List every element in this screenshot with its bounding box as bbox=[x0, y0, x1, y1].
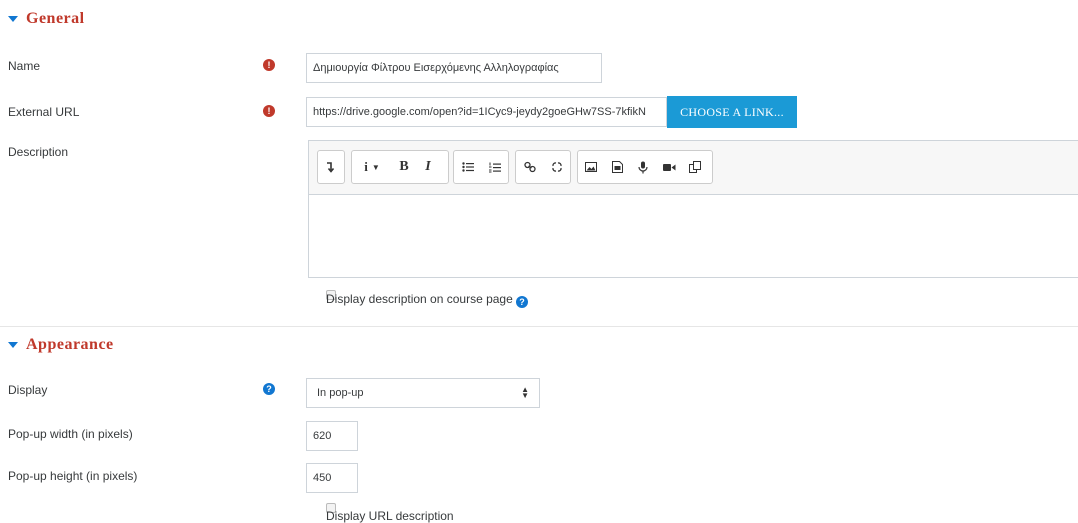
toolbar-group-format: i ▼ B I bbox=[351, 150, 449, 184]
editor-toolbar: i ▼ B I bbox=[309, 141, 1078, 195]
required-icon: ! bbox=[263, 105, 275, 117]
display-label: Display bbox=[8, 383, 48, 397]
popup-width-input[interactable]: 620 bbox=[306, 421, 358, 451]
toolbar-group-links bbox=[515, 150, 571, 184]
ordered-list-icon[interactable] bbox=[481, 151, 508, 183]
media-icon[interactable] bbox=[604, 151, 630, 183]
popup-height-input[interactable]: 450 bbox=[306, 463, 358, 493]
toolbar-group-media bbox=[577, 150, 713, 184]
name-input[interactable]: Δημιουργία Φίλτρου Εισερχόμενης Αλληλογρ… bbox=[306, 53, 602, 83]
help-icon[interactable]: ? bbox=[263, 383, 275, 395]
appearance-section-header[interactable]: Appearance bbox=[8, 336, 114, 354]
unlink-icon[interactable] bbox=[543, 151, 570, 183]
manage-files-icon[interactable] bbox=[682, 151, 708, 183]
toolbar-group-lists bbox=[453, 150, 509, 184]
select-arrows-icon: ▲ ▼ bbox=[521, 385, 529, 400]
choose-link-button[interactable]: CHOOSE A LINK... bbox=[667, 96, 797, 128]
link-icon[interactable] bbox=[516, 151, 543, 183]
collapse-icon[interactable] bbox=[318, 151, 342, 183]
display-url-description-label: Display URL description bbox=[326, 509, 454, 523]
unordered-list-icon[interactable] bbox=[454, 151, 481, 183]
description-label: Description bbox=[8, 145, 69, 159]
italic-icon[interactable]: I bbox=[416, 151, 440, 183]
microphone-icon[interactable] bbox=[630, 151, 656, 183]
external-url-input[interactable]: https://drive.google.com/open?id=1ICyc9-… bbox=[306, 97, 667, 127]
name-label: Name bbox=[8, 59, 41, 73]
external-url-label: External URL bbox=[8, 105, 80, 119]
toolbar-group-collapse bbox=[317, 150, 345, 184]
video-camera-icon[interactable] bbox=[656, 151, 682, 183]
display-select-value: In pop-up bbox=[317, 387, 364, 399]
popup-height-label: Pop-up height (in pixels) bbox=[8, 469, 138, 483]
caret-down-icon bbox=[8, 342, 18, 348]
caret-down-icon bbox=[8, 16, 18, 22]
required-icon: ! bbox=[263, 59, 275, 71]
appearance-section-title: Appearance bbox=[26, 336, 114, 353]
bold-icon[interactable]: B bbox=[392, 151, 416, 183]
info-dropdown-icon[interactable]: i ▼ bbox=[352, 151, 392, 183]
display-description-label: Display description on course page bbox=[326, 292, 513, 306]
image-icon[interactable] bbox=[578, 151, 604, 183]
description-editor[interactable]: i ▼ B I bbox=[308, 140, 1078, 278]
help-icon[interactable]: ? bbox=[516, 296, 528, 308]
popup-width-label: Pop-up width (in pixels) bbox=[8, 427, 133, 441]
general-section-title: General bbox=[26, 10, 85, 27]
section-divider bbox=[0, 326, 1078, 327]
general-section-header[interactable]: General bbox=[8, 10, 85, 28]
display-select[interactable]: In pop-up ▲ ▼ bbox=[306, 378, 540, 408]
